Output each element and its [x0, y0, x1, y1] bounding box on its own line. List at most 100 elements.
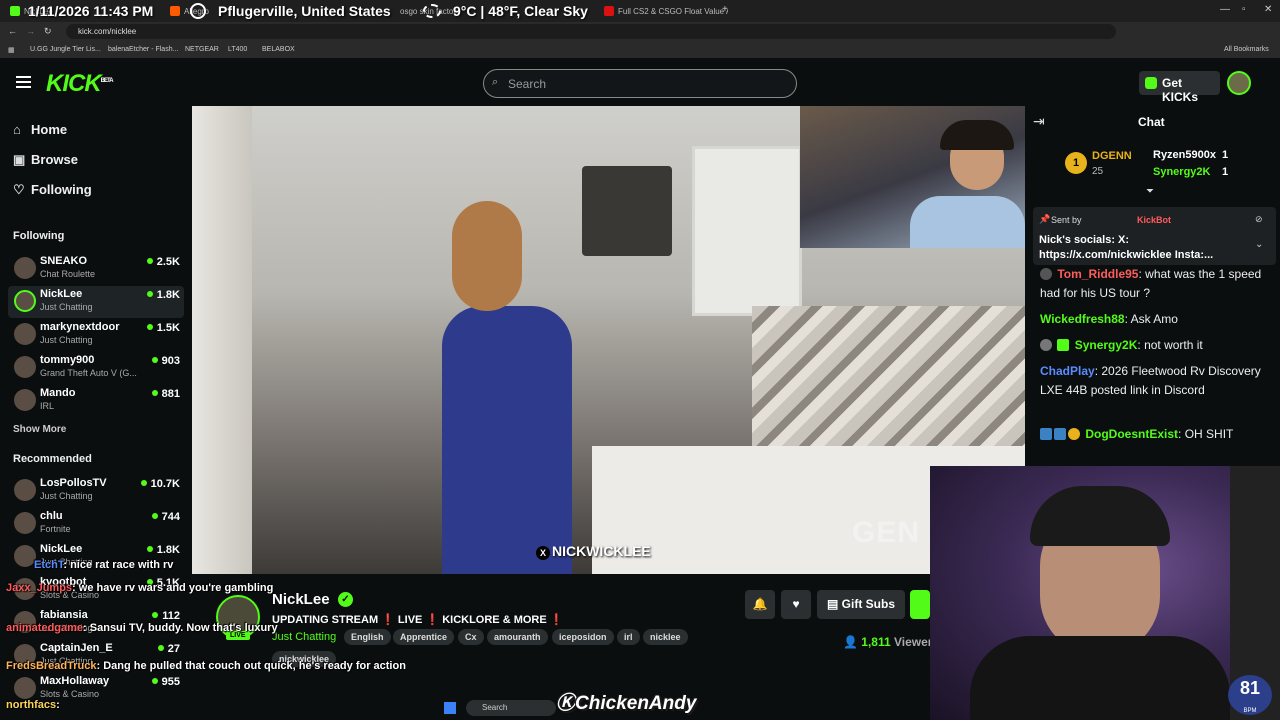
recommended-section-title: Recommended — [13, 453, 92, 465]
pinned-text: Nick's socials: X: — [1039, 234, 1130, 246]
leaderboard-name[interactable]: Synergy2K — [1153, 166, 1210, 178]
leaderboard-count: 25 — [1092, 166, 1104, 177]
expand-leaderboard-icon[interactable]: ⏷ — [1146, 186, 1154, 197]
avatar — [14, 290, 36, 312]
facecam-hoodie — [970, 636, 1230, 720]
subscribe-button[interactable] — [910, 590, 930, 619]
overlay-chat-message: Jaxx_Jumps: we have rv wars and you're g… — [6, 582, 274, 594]
browse-icon: ▣ — [13, 152, 26, 167]
chat-message: ChadPlay: 2026 Fleetwood Rv Discovery LX… — [1040, 364, 1261, 397]
streamer-name[interactable]: NickLee — [272, 591, 330, 608]
heart-icon: ♥ — [792, 597, 800, 611]
verified-icon: ✓ — [338, 592, 353, 607]
leaderboard-name[interactable]: DGENN — [1092, 150, 1132, 162]
home-icon: ⌂ — [13, 122, 21, 137]
unpin-icon[interactable]: ⊘ — [1255, 214, 1263, 225]
recommended-channel[interactable]: LosPollosTV Just Chatting 10.7K — [8, 475, 184, 507]
avatar — [14, 356, 36, 378]
stream-tag[interactable]: amouranth — [487, 629, 548, 645]
bookmark-item[interactable]: balenaEtcher - Flash... — [108, 46, 178, 53]
weather-moon-icon — [423, 4, 441, 18]
chat-message: Synergy2K: not worth it — [1040, 336, 1272, 355]
back-icon[interactable]: ← — [8, 26, 17, 36]
apps-icon[interactable]: ▦ — [8, 46, 15, 54]
new-tab-button[interactable]: + — [722, 4, 728, 15]
search-input[interactable]: ⌕ Search — [483, 69, 797, 98]
pinned-message[interactable]: 📌 Sent by KickBot ⊘ Nick's socials: X: h… — [1033, 207, 1276, 265]
bookmark-item[interactable]: NETGEAR — [185, 46, 219, 53]
following-channel[interactable]: SNEAKO Chat Roulette 2.5K — [8, 253, 184, 285]
gift-icon: ▤ — [826, 597, 842, 611]
nav-home[interactable]: ⌂ Home — [13, 122, 67, 137]
overlay-chat-message: FredsBreadTruck: Dang he pulled that cou… — [6, 660, 406, 672]
heart-icon: ♡ — [13, 182, 25, 197]
video-pip-camera — [800, 106, 1025, 248]
minimize-icon[interactable]: — — [1220, 4, 1230, 15]
show-more-button[interactable]: Show More — [13, 424, 66, 435]
viewers-icon: 👤 — [843, 635, 862, 649]
avatar — [14, 257, 36, 279]
stream-tag[interactable]: irl — [617, 629, 640, 645]
pip-hair — [940, 120, 1014, 150]
windows-start-icon[interactable] — [444, 702, 456, 714]
all-bookmarks[interactable]: All Bookmarks — [1224, 46, 1269, 53]
notification-bell-button[interactable]: 🔔 — [745, 590, 775, 619]
following-channel[interactable]: tommy900 Grand Theft Auto V (G... 903 — [8, 352, 184, 384]
url-field[interactable]: kick.com/nicklee — [66, 24, 1116, 39]
streamer-overlay-name: ⓀChickenAndy — [556, 693, 697, 714]
leaderboard-rank-badge: 1 — [1065, 152, 1087, 174]
taskbar-search[interactable]: Search — [466, 700, 556, 716]
facecam-beanie — [1030, 486, 1170, 546]
bookmark-item[interactable]: BELABOX — [262, 46, 295, 53]
following-channel[interactable]: Mando IRL 881 — [8, 385, 184, 417]
sub-badge-icon — [1057, 339, 1070, 351]
avatar — [14, 323, 36, 345]
avatar — [14, 677, 36, 699]
stream-tag[interactable]: nicklee — [643, 629, 688, 645]
chat-message: DogDoesntExist: OH SHIT — [1040, 425, 1272, 444]
following-channel[interactable]: NickLee Just Chatting 1.8K — [8, 286, 184, 318]
recommended-channel[interactable]: chlu Fortnite 744 — [8, 508, 184, 540]
video-watermark: X NICKWICKLEE — [536, 543, 651, 560]
chevron-down-icon[interactable]: ⌄ — [1255, 239, 1263, 250]
search-placeholder: Search — [508, 77, 547, 91]
x-logo-icon: X — [536, 546, 550, 560]
follow-button[interactable]: ♥ — [781, 590, 811, 619]
maximize-icon[interactable]: ▫ — [1242, 4, 1246, 15]
bookmark-item[interactable]: LT400 — [228, 46, 247, 53]
video-brand-logo: GEN — [852, 516, 921, 549]
heart-rate-widget: 81 BPM — [1228, 675, 1272, 715]
pinned-link[interactable]: https://x.com/nickwicklee Insta:... — [1039, 249, 1213, 261]
nav-following[interactable]: ♡ Following — [13, 182, 92, 198]
gift-subs-button[interactable]: ▤ Gift Subs — [817, 590, 905, 619]
user-avatar[interactable] — [1227, 71, 1251, 95]
search-icon: ⌕ — [492, 76, 499, 88]
pinned-bot-name: KickBot — [1137, 215, 1172, 225]
chat-message: Wickedfresh88: Ask Amo — [1040, 312, 1178, 326]
video-scene-backsplash — [752, 306, 1025, 446]
following-channel[interactable]: markynextdoor Just Chatting 1.5K — [8, 319, 184, 351]
pin-icon: 📌 — [1039, 214, 1051, 224]
stream-tag[interactable]: iceposidon — [552, 629, 614, 645]
overlay-location: Pflugerville, United States — [218, 3, 391, 19]
pip-shirt — [910, 196, 1025, 248]
stream-category[interactable]: Just Chatting — [272, 631, 336, 643]
nav-browse[interactable]: ▣ Browse — [13, 152, 78, 168]
stream-title: UPDATING STREAM ❗ LIVE ❗ KICKLORE & MORE… — [272, 614, 564, 626]
bookmark-item[interactable]: U.GG Jungle Tier Lis... — [30, 46, 101, 53]
get-kicks-button[interactable]: Get KICKs — [1139, 71, 1220, 104]
stream-tag[interactable]: Apprentice — [393, 629, 455, 645]
tab-cs2-float[interactable]: Full CS2 & CSGO Float Value A — [598, 2, 728, 20]
menu-icon[interactable] — [16, 76, 31, 88]
reload-icon[interactable]: ↻ — [44, 26, 52, 37]
location-pin-icon — [190, 3, 206, 19]
video-scene-person-head — [452, 201, 522, 311]
leaderboard-name[interactable]: Ryzen5900x — [1153, 149, 1216, 161]
collapse-chat-icon[interactable]: ⇥ — [1033, 113, 1045, 130]
kick-logo[interactable]: KICKBETA — [46, 70, 114, 98]
stream-tag[interactable]: English — [344, 629, 391, 645]
stream-tag[interactable]: Cx — [458, 629, 484, 645]
close-icon[interactable]: ✕ — [1264, 4, 1272, 15]
leaderboard-count: 1 — [1222, 149, 1229, 161]
forward-icon[interactable]: → — [26, 26, 35, 36]
